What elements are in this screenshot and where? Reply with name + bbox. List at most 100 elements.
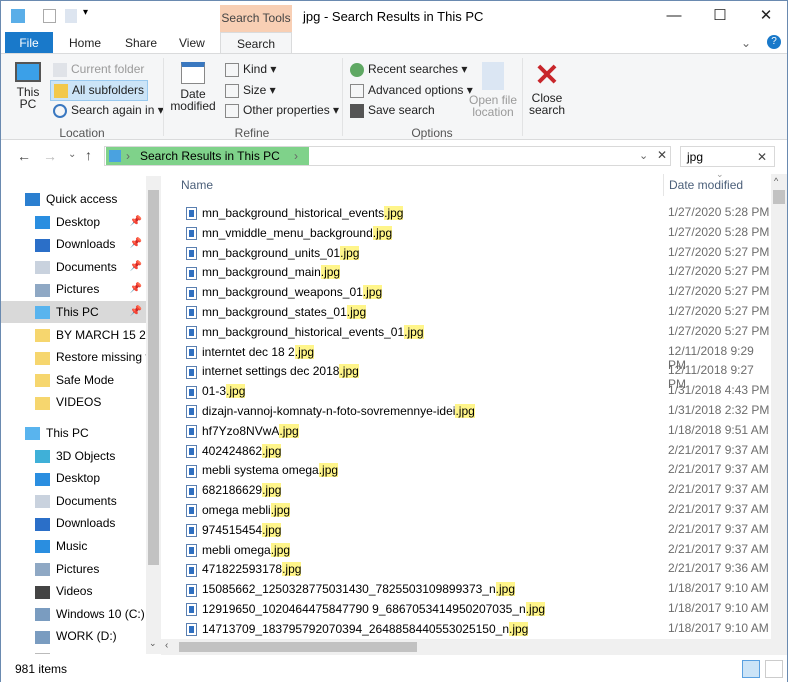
recent-locations-button[interactable]: ⌄ — [68, 149, 76, 160]
current-folder-button[interactable]: Current folder — [53, 62, 144, 77]
desktop-icon — [35, 472, 50, 486]
nav-item[interactable]: Downloads — [1, 512, 146, 534]
cancel-search-button[interactable]: ✕ — [657, 148, 667, 162]
nav-item[interactable]: CD Drive (E:) — [1, 648, 146, 654]
size-button[interactable]: Size ▾ — [225, 83, 276, 98]
close-search-button[interactable]: ✕ Close search — [527, 60, 567, 117]
image-file-icon — [186, 326, 197, 340]
properties-icon[interactable] — [43, 9, 56, 23]
breadcrumb[interactable]: › Search Results in This PC › — [106, 147, 309, 165]
search-input[interactable]: jpg ✕ — [680, 146, 775, 167]
file-row[interactable]: 01-3.jpg — [186, 381, 246, 401]
nav-item[interactable]: Windows 10 (C:) — [1, 603, 146, 625]
file-row[interactable]: dizajn-vannoj-komnaty-n-foto-sovremennye… — [186, 401, 475, 421]
breadcrumb-item[interactable]: Search Results in This PC — [140, 149, 280, 163]
file-row[interactable]: 682186629.jpg — [186, 480, 282, 500]
nav-item[interactable]: Music — [1, 535, 146, 557]
file-row[interactable]: 402424862.jpg — [186, 441, 282, 461]
recent-searches-button[interactable]: Recent searches ▾ — [350, 62, 467, 77]
pin-icon: 📌 — [129, 306, 142, 317]
nav-item[interactable]: Pictures — [1, 558, 146, 580]
new-folder-icon[interactable] — [65, 9, 77, 23]
file-row[interactable]: mn_vmiddle_menu_background.jpg — [186, 223, 393, 243]
file-row[interactable]: 471822593178.jpg — [186, 559, 302, 579]
up-button[interactable]: ↑ — [85, 147, 92, 163]
nav-item[interactable]: Restore missing files — [1, 346, 146, 368]
h-scroll-thumb[interactable] — [179, 642, 417, 652]
file-row[interactable]: 15085662_1250328775031430_78255031098993… — [186, 579, 516, 599]
nav-item[interactable]: This PC 📌 — [1, 301, 146, 323]
help-icon[interactable]: ? — [767, 35, 781, 49]
nav-item[interactable]: Pictures 📌 — [1, 278, 146, 300]
image-file-icon — [186, 623, 197, 637]
this-pc-button[interactable]: This PC — [11, 60, 45, 120]
file-row[interactable]: mn_background_historical_events.jpg — [186, 203, 404, 223]
file-row[interactable]: internet settings dec 2018.jpg — [186, 361, 359, 381]
file-row[interactable]: mn_background_states_01.jpg — [186, 302, 367, 322]
other-properties-button[interactable]: Other properties ▾ — [225, 103, 339, 118]
kind-button[interactable]: Kind ▾ — [225, 62, 276, 77]
customize-toolbar-icon[interactable]: ▾ — [83, 7, 88, 18]
clear-search-icon[interactable]: ✕ — [757, 150, 767, 164]
nav-item[interactable]: VIDEOS — [1, 391, 146, 413]
back-button[interactable]: ← — [17, 148, 31, 164]
pin-icon: 📌 — [129, 215, 142, 227]
file-date: 1/27/2020 5:28 PM — [668, 224, 770, 239]
nav-item[interactable]: 3D Objects — [1, 445, 146, 467]
close-button[interactable]: ✕ — [743, 1, 788, 31]
column-header-name[interactable]: Name — [181, 178, 213, 192]
nav-item[interactable]: Desktop 📌 — [1, 211, 146, 233]
file-row[interactable]: 14713709_183795792070394_264885844055302… — [186, 619, 529, 639]
collapse-ribbon-icon[interactable]: ⌄ — [741, 36, 751, 50]
image-file-icon — [186, 603, 197, 617]
details-view-button[interactable] — [742, 660, 760, 678]
address-dropdown-button[interactable]: ⌄ — [639, 149, 648, 162]
file-row[interactable]: mn_background_weapons_01.jpg — [186, 282, 383, 302]
save-search-button[interactable]: Save search — [350, 103, 435, 118]
file-row[interactable]: mebli systema omega.jpg — [186, 460, 339, 480]
advanced-options-button[interactable]: Advanced options ▾ — [350, 83, 473, 98]
nav-scrollbar[interactable]: ⌄ — [146, 176, 161, 654]
file-row[interactable]: interntet dec 18 2.jpg — [186, 342, 315, 362]
nav-item[interactable]: Documents 📌 — [1, 256, 146, 278]
file-row[interactable]: mn_background_units_01.jpg — [186, 243, 360, 263]
forward-button[interactable]: → — [43, 148, 57, 164]
nav-scroll-thumb[interactable] — [148, 190, 159, 565]
file-row[interactable]: mebli omega.jpg — [186, 540, 291, 560]
tab-share[interactable]: Share — [115, 32, 167, 54]
file-row[interactable]: mn_background_main.jpg — [186, 262, 341, 282]
file-row[interactable]: 974515454.jpg — [186, 520, 282, 540]
nav-item[interactable]: BY MARCH 15 2020 — [1, 324, 146, 346]
minimize-button[interactable]: — — [651, 1, 697, 31]
nav-item[interactable]: WORK (D:) — [1, 625, 146, 647]
date-modified-button[interactable]: Date modified — [167, 60, 219, 112]
tab-view[interactable]: View — [169, 32, 215, 54]
list-scroll-thumb[interactable] — [773, 190, 785, 204]
file-date: 2/21/2017 9:37 AM — [668, 442, 769, 457]
column-header-date[interactable]: Date modified — [669, 178, 743, 192]
file-name: mn_background_historical_events_01.jpg — [202, 324, 424, 339]
open-file-location-button[interactable]: Open file location — [467, 60, 519, 118]
nav-item[interactable]: Videos — [1, 580, 146, 602]
all-subfolders-button[interactable]: All subfolders — [50, 80, 149, 101]
file-date: 2/21/2017 9:37 AM — [668, 482, 769, 497]
file-row[interactable]: hf7Yzo8NVwA.jpg — [186, 421, 299, 441]
file-row[interactable]: mn_background_historical_events_01.jpg — [186, 322, 424, 342]
tab-search[interactable]: Search — [220, 32, 292, 54]
nav-item[interactable]: Documents — [1, 490, 146, 512]
nav-item[interactable]: This PC — [1, 422, 146, 444]
nav-item[interactable]: Safe Mode — [1, 369, 146, 391]
nav-item[interactable]: Downloads 📌 — [1, 233, 146, 255]
tab-home[interactable]: Home — [59, 32, 111, 54]
maximize-button[interactable]: ☐ — [697, 1, 743, 31]
file-row[interactable]: omega mebli.jpg — [186, 500, 291, 520]
list-vertical-scrollbar[interactable]: ^ — [771, 174, 787, 639]
list-horizontal-scrollbar[interactable]: ‹ — [161, 639, 787, 655]
large-icons-view-button[interactable] — [765, 660, 783, 678]
search-again-button[interactable]: Search again in ▾ — [53, 103, 164, 118]
nav-item[interactable]: Quick access — [1, 188, 146, 210]
tab-file[interactable]: File — [5, 32, 53, 54]
file-name: omega mebli.jpg — [202, 503, 291, 517]
file-row[interactable]: 12919650_1020464475847790 9_686705341495… — [186, 599, 546, 619]
nav-item[interactable]: Desktop — [1, 467, 146, 489]
